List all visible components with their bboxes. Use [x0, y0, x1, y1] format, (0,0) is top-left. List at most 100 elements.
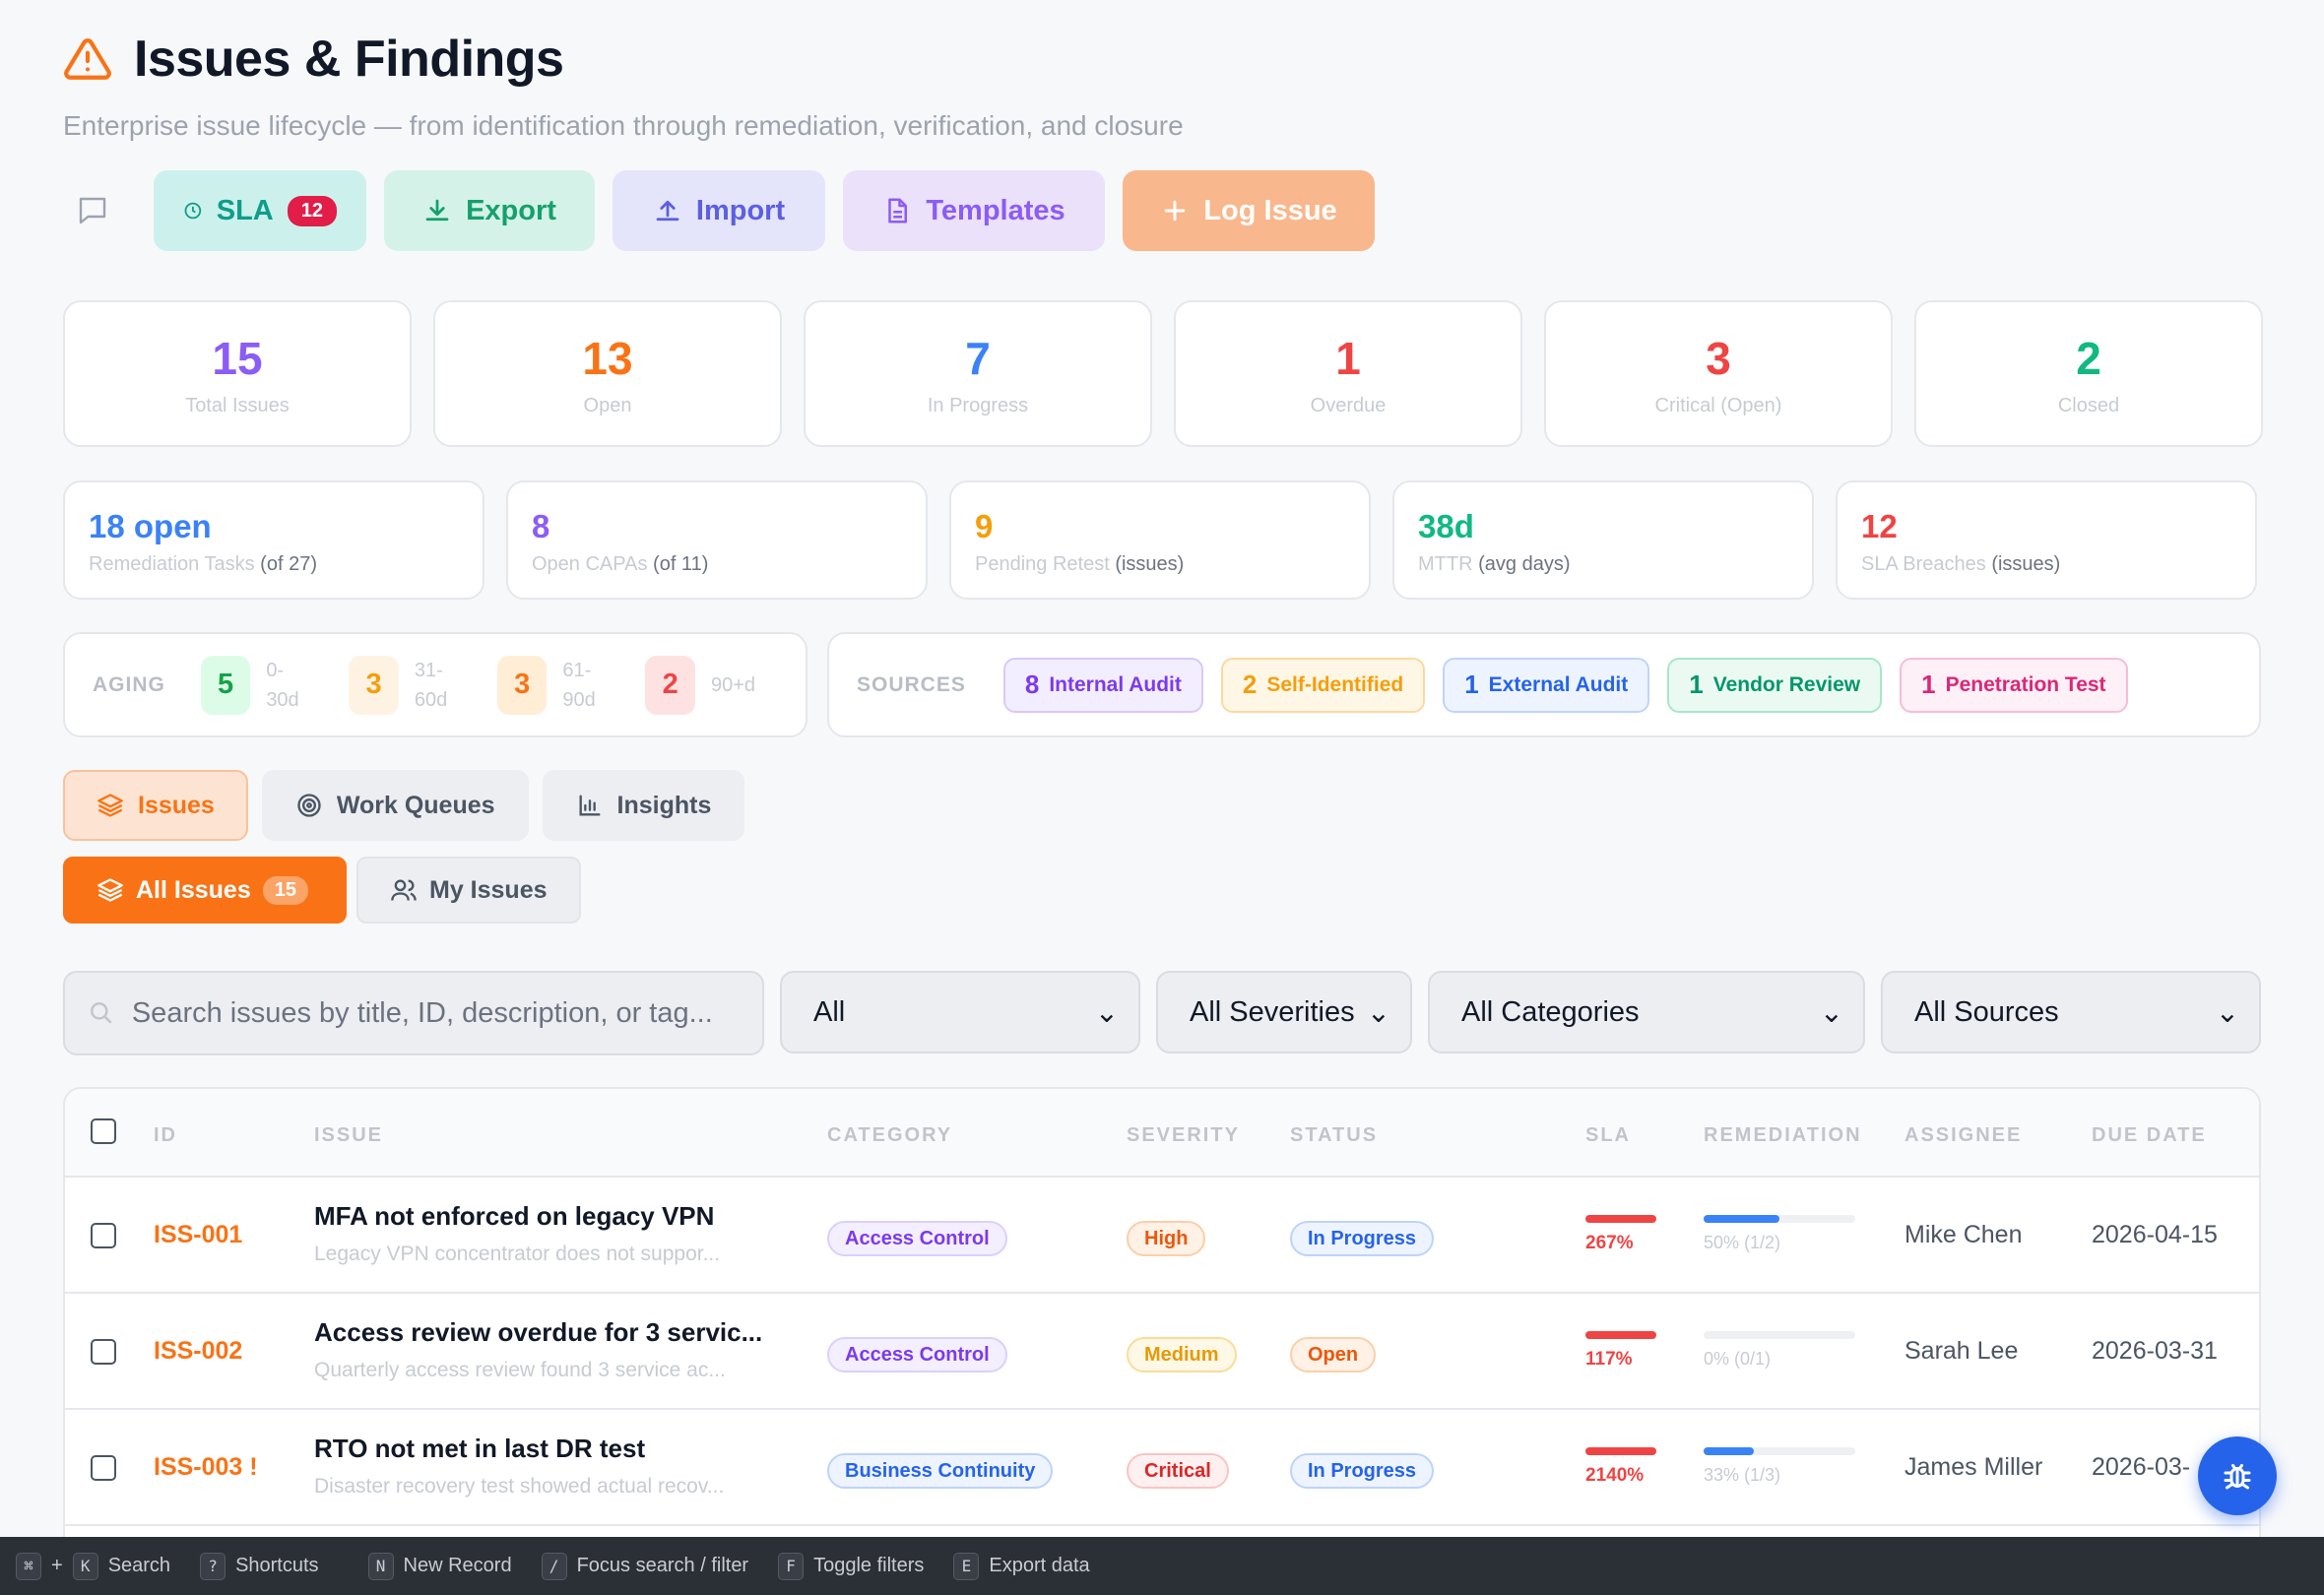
source-chip-external-audit[interactable]: 1 External Audit: [1443, 657, 1650, 713]
sla-bar: [1585, 1215, 1656, 1223]
search-box[interactable]: [63, 971, 764, 1055]
shortcut-search[interactable]: ⌘ + K Search: [16, 1552, 171, 1580]
table-row[interactable]: ISS-003 ! RTO not met in last DR test Di…: [65, 1410, 2259, 1526]
shortcut-help[interactable]: ? Shortcuts: [200, 1552, 319, 1580]
source-chip-self-identified[interactable]: 2 Self-Identified: [1220, 657, 1426, 713]
table-row[interactable]: ISS-001 MFA not enforced on legacy VPN L…: [65, 1178, 2259, 1294]
col-category[interactable]: CATEGORY: [827, 1124, 952, 1147]
metric-value: 9: [975, 508, 994, 544]
stat-card-open[interactable]: 13 Open: [433, 300, 782, 447]
metric-card-mttr[interactable]: 38d MTTR (avg days): [1392, 480, 1814, 600]
shortcut-toggle-filters[interactable]: F Toggle filters: [778, 1552, 924, 1580]
templates-label: Templates: [926, 194, 1065, 226]
tab-work-queues[interactable]: Work Queues: [261, 770, 529, 841]
status-filter-select[interactable]: All ⌄: [780, 971, 1140, 1053]
stat-value: 2: [2076, 333, 2101, 384]
tab-all-issues[interactable]: All Issues 15: [63, 857, 347, 924]
source-chip-vendor-review[interactable]: 1 Vendor Review: [1667, 657, 1883, 713]
metric-label: MTTR: [1418, 553, 1473, 575]
select-all-checkbox[interactable]: [91, 1118, 116, 1144]
issue-id[interactable]: ISS-001: [154, 1221, 242, 1249]
aging-bucket-0-30[interactable]: 5: [200, 655, 251, 715]
metric-extra: (avg days): [1478, 553, 1571, 575]
import-button[interactable]: Import: [613, 170, 825, 251]
remediation-label: 50% (1/2): [1704, 1233, 1781, 1252]
metric-card-capas[interactable]: 8 Open CAPAs (of 11): [506, 480, 928, 600]
kbd-key: E: [953, 1552, 980, 1580]
issue-title[interactable]: RTO not met in last DR test: [314, 1434, 645, 1464]
stat-cards: 15 Total Issues 13 Open 7 In Progress 1 Over…: [63, 300, 2263, 447]
shortcut-label: Search: [107, 1555, 171, 1576]
category-badge: Access Control: [827, 1337, 1007, 1372]
issue-id[interactable]: ISS-002: [154, 1337, 242, 1366]
download-icon: [425, 199, 449, 222]
shortcut-focus-search[interactable]: / Focus search / filter: [541, 1552, 748, 1580]
table-row[interactable]: ISS-002 Access review overdue for 3 serv…: [65, 1294, 2259, 1410]
shortcut-label: New Record: [403, 1555, 512, 1576]
metric-card-remediation[interactable]: 18 open Remediation Tasks (of 27): [63, 480, 484, 600]
issue-title[interactable]: Access review overdue for 3 servic...: [314, 1317, 762, 1348]
stat-card-closed[interactable]: 2 Closed: [1914, 300, 2263, 447]
col-issue[interactable]: ISSUE: [314, 1124, 383, 1147]
stat-value: 13: [582, 333, 633, 384]
chevron-down-icon: ⌄: [1094, 996, 1119, 1029]
category-filter-select[interactable]: All Categories ⌄: [1428, 971, 1865, 1053]
issues-table: ID ISSUE CATEGORY SEVERITY STATUS SLA RE…: [63, 1087, 2261, 1595]
aging-bucket-90-plus[interactable]: 2: [645, 655, 695, 715]
plus-icon: [1165, 200, 1186, 222]
metric-card-retest[interactable]: 9 Pending Retest (issues): [949, 480, 1371, 600]
col-due-date[interactable]: DUE DATE: [2092, 1124, 2207, 1147]
col-sla[interactable]: SLA: [1585, 1124, 1631, 1147]
log-issue-button[interactable]: Log Issue: [1123, 170, 1375, 251]
upload-icon: [656, 200, 679, 222]
comment-icon: [79, 197, 106, 224]
row-checkbox[interactable]: [91, 1455, 116, 1481]
col-assignee[interactable]: ASSIGNEE: [1904, 1124, 2022, 1147]
stat-card-critical[interactable]: 3 Critical (Open): [1544, 300, 1893, 447]
tab-insights[interactable]: Insights: [542, 770, 745, 841]
aging-bucket-31-60[interactable]: 3: [349, 655, 399, 715]
stat-card-total[interactable]: 15 Total Issues: [63, 300, 412, 447]
metric-value: 18 open: [89, 508, 212, 544]
row-checkbox[interactable]: [91, 1339, 116, 1365]
stat-card-overdue[interactable]: 1 Overdue: [1174, 300, 1522, 447]
tab-label: Work Queues: [336, 791, 495, 819]
issue-id[interactable]: ISS-003 !: [154, 1453, 258, 1482]
severity-filter-select[interactable]: All Severities ⌄: [1156, 971, 1412, 1053]
col-status[interactable]: STATUS: [1290, 1124, 1378, 1147]
tab-my-issues[interactable]: My Issues: [356, 857, 581, 924]
stat-card-in-progress[interactable]: 7 In Progress: [804, 300, 1152, 447]
metric-label: SLA Breaches: [1861, 553, 1986, 575]
metric-value: 8: [532, 508, 550, 544]
tab-issues[interactable]: Issues: [63, 770, 248, 841]
col-id[interactable]: ID: [154, 1124, 177, 1147]
col-remediation[interactable]: REMEDIATION: [1704, 1124, 1862, 1147]
metric-card-sla-breaches[interactable]: 12 SLA Breaches (issues): [1836, 480, 2257, 600]
source-chip-penetration-test[interactable]: 1 Penetration Test: [1900, 657, 2128, 713]
templates-button[interactable]: Templates: [843, 170, 1105, 251]
col-severity[interactable]: SEVERITY: [1127, 1124, 1240, 1147]
source-filter-select[interactable]: All Sources ⌄: [1881, 971, 2261, 1053]
metric-extra: (issues): [1115, 553, 1185, 575]
remediation-progress: [1704, 1447, 1855, 1455]
kbd-key: N: [367, 1552, 394, 1580]
shortcut-label: Shortcuts: [235, 1555, 319, 1576]
bug-report-button[interactable]: [2198, 1436, 2277, 1515]
row-checkbox[interactable]: [91, 1223, 116, 1248]
source-chip-internal-audit[interactable]: 8 Internal Audit: [1002, 657, 1203, 713]
export-button[interactable]: Export: [384, 170, 595, 251]
chevron-down-icon: ⌄: [1819, 996, 1843, 1029]
shortcut-export[interactable]: E Export data: [953, 1552, 1090, 1580]
kbd-key: ⌘: [16, 1552, 41, 1580]
comment-button[interactable]: [63, 170, 122, 251]
sla-button[interactable]: SLA 12: [154, 170, 366, 251]
search-input[interactable]: [131, 996, 739, 1030]
shortcut-new-record[interactable]: N New Record: [367, 1552, 512, 1580]
tab-label: All Issues: [136, 875, 251, 904]
issue-scope-tabs: All Issues 15 My Issues: [63, 857, 581, 924]
stat-value: 3: [1706, 333, 1731, 384]
import-label: Import: [695, 194, 786, 226]
aging-bucket-61-90[interactable]: 3: [496, 655, 548, 715]
users-icon: [391, 879, 417, 901]
issue-title[interactable]: MFA not enforced on legacy VPN: [314, 1201, 714, 1232]
